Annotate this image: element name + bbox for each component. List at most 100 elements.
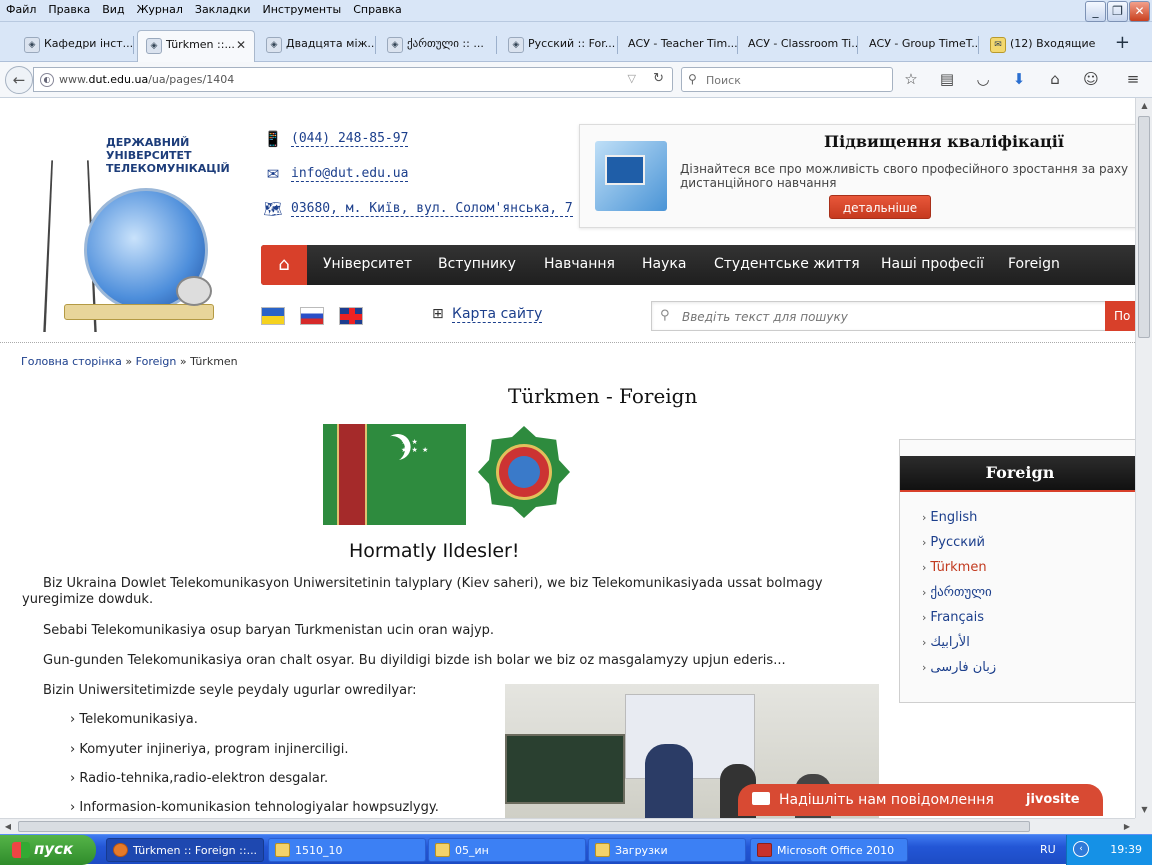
horizontal-scrollbar[interactable]: ◀ ▶: [0, 818, 1135, 834]
menu-bookmarks[interactable]: Закладки: [189, 0, 257, 19]
browser-menubar: Файл Правка Вид Журнал Закладки Инструменты Сп…: [0, 0, 1152, 22]
chat-widget[interactable]: Надішліть нам повідомлення jivosite: [738, 784, 1103, 816]
nav-applicant[interactable]: Вступнику: [438, 256, 516, 272]
promo-title: Підвищення кваліфікації: [824, 132, 1064, 151]
sidebar-item-russian[interactable]: › Русский: [922, 535, 985, 550]
scroll-down-icon[interactable]: ▼: [1137, 802, 1152, 818]
taskbar-item-office[interactable]: Microsoft Office 2010: [750, 838, 908, 862]
university-logo[interactable]: ДЕРЖАВНИЙ УНІВЕРСИТЕТ ТЕЛЕКОМУНІКАЦІЙ: [43, 126, 230, 332]
tab-kafedry[interactable]: ◈ Кафедри інст...: [16, 30, 134, 62]
menu-history[interactable]: Журнал: [131, 0, 189, 19]
tab-georgian[interactable]: ◈ ქართული :: ...: [379, 30, 497, 62]
reload-icon[interactable]: ↻: [653, 71, 664, 86]
maximize-button[interactable]: ❐: [1107, 1, 1128, 22]
menu-edit[interactable]: Правка: [42, 0, 96, 19]
sidebar-item-arabic[interactable]: › الأرابيك: [922, 635, 970, 650]
pocket-icon[interactable]: ◡: [974, 70, 992, 88]
tab-dvadtsyata[interactable]: ◈ Двадцята між...: [258, 30, 376, 62]
nav-science[interactable]: Наука: [642, 256, 686, 272]
bookmarks-list-icon[interactable]: ▤: [938, 70, 956, 88]
minimize-button[interactable]: _: [1085, 1, 1106, 22]
breadcrumb-home[interactable]: Головна сторінка: [21, 355, 122, 368]
taskbar-item-folder-1510[interactable]: 1510_10: [268, 838, 426, 862]
tab-label: Двадцята між...: [286, 37, 376, 50]
language-indicator[interactable]: RU: [1040, 843, 1056, 856]
scroll-thumb[interactable]: [1138, 116, 1150, 338]
scroll-up-icon[interactable]: ▲: [1137, 98, 1152, 114]
book-graphic: [64, 304, 214, 320]
address-link[interactable]: 03680, м. Київ, вул. Солом'янська, 7: [291, 201, 573, 217]
close-window-button[interactable]: ✕: [1129, 1, 1150, 22]
tab-group-timetable[interactable]: АСУ - Group TimeT...: [861, 30, 979, 62]
taskbar-item-downloads[interactable]: Загрузки: [588, 838, 746, 862]
url-bar[interactable]: ◐ www.dut.edu.ua/ua/pages/1404 ▽ ↻: [33, 67, 673, 92]
tab-russian[interactable]: ◈ Русский :: For...: [500, 30, 618, 62]
logo-title: ДЕРЖАВНИЙ УНІВЕРСИТЕТ ТЕЛЕКОМУНІКАЦІЙ: [106, 136, 230, 175]
menu-tools[interactable]: Инструменты: [257, 0, 348, 19]
scroll-thumb[interactable]: [18, 821, 1030, 832]
map-icon: 🗺: [263, 200, 283, 218]
russian-flag-icon[interactable]: [300, 307, 324, 325]
breadcrumb: Головна сторінка » Foreign » Türkmen: [21, 355, 238, 368]
scroll-corner: [1135, 818, 1152, 834]
start-button[interactable]: пуск: [0, 835, 96, 865]
vertical-scrollbar[interactable]: ▲ ▼: [1135, 98, 1152, 818]
history-dropdown-icon[interactable]: ▽: [628, 72, 636, 85]
menu-help[interactable]: Справка: [347, 0, 407, 19]
nav-professions[interactable]: Наші професії: [881, 256, 984, 272]
site-search-button[interactable]: По: [1105, 301, 1135, 331]
home-icon[interactable]: ⌂: [1046, 70, 1064, 88]
smiley-icon[interactable]: ☺: [1082, 70, 1100, 88]
paragraph-2: Sebabi Telekomunikasiya osup baryan Turk…: [43, 623, 495, 638]
browser-search-input[interactable]: [706, 71, 886, 89]
chevron-right-icon: ›: [922, 636, 927, 649]
sidebar-item-english[interactable]: › English: [922, 510, 977, 525]
english-flag-icon[interactable]: [339, 307, 363, 325]
promo-banner: Підвищення кваліфікації Дізнайтеся все п…: [579, 124, 1135, 228]
breadcrumb-current: Türkmen: [190, 355, 238, 368]
language-flags: [261, 307, 363, 325]
nav-university[interactable]: Університет: [323, 256, 412, 272]
new-tab-icon[interactable]: +: [1115, 32, 1130, 53]
scroll-right-icon[interactable]: ▶: [1119, 819, 1135, 835]
chat-label: Надішліть нам повідомлення: [779, 792, 994, 808]
taskbar-item-folder-05[interactable]: 05_ин: [428, 838, 586, 862]
downloads-icon[interactable]: ⬇: [1010, 70, 1028, 88]
chevron-right-icon: ›: [922, 561, 927, 574]
sidebar-item-french[interactable]: › Français: [922, 610, 984, 625]
menu-view[interactable]: Вид: [96, 0, 130, 19]
ukrainian-flag-icon[interactable]: [261, 307, 285, 325]
sitemap-link[interactable]: Карта сайту: [452, 306, 543, 323]
tab-close-icon[interactable]: ✕: [236, 38, 246, 52]
clock[interactable]: 19:39: [1110, 843, 1142, 856]
sidebar-item-turkmen[interactable]: › Türkmen: [922, 560, 987, 575]
site-search-input[interactable]: [682, 308, 1102, 326]
breadcrumb-foreign[interactable]: Foreign: [136, 355, 177, 368]
tab-label: АСУ - Classroom Ti...: [748, 37, 858, 50]
details-button[interactable]: детальніше: [829, 195, 931, 219]
tab-label: АСУ - Group TimeT...: [869, 37, 979, 50]
hamburger-menu-icon[interactable]: ≡: [1124, 70, 1142, 88]
sidebar-item-georgian[interactable]: › ქართული: [922, 585, 992, 600]
home-icon[interactable]: ⌂: [261, 245, 307, 285]
taskbar-item-firefox[interactable]: Türkmen :: Foreign ::...: [106, 838, 264, 862]
nav-foreign[interactable]: Foreign: [1008, 256, 1060, 272]
tray-chevron-icon[interactable]: ‹: [1073, 841, 1089, 857]
bookmark-star-icon[interactable]: ☆: [902, 70, 920, 88]
tab-classroom-timetable[interactable]: АСУ - Classroom Ti...: [740, 30, 858, 62]
back-button[interactable]: ←: [5, 66, 33, 94]
menu-file[interactable]: Файл: [0, 0, 42, 19]
email-link[interactable]: info@dut.edu.ua: [291, 166, 409, 182]
tab-turkmen[interactable]: ◈ Türkmen ::... ✕: [137, 30, 255, 62]
browser-search-box[interactable]: ⚲: [681, 67, 893, 92]
sidebar-item-persian[interactable]: › زبان فارسی: [922, 660, 996, 675]
phone-link[interactable]: (044) 248-85-97: [291, 131, 409, 147]
nav-student-life[interactable]: Студентське життя: [714, 256, 860, 272]
tab-inbox[interactable]: ✉ (12) Входящие: [982, 30, 1100, 62]
main-navigation: ⌂ Університет Вступнику Навчання Наука С…: [261, 245, 1135, 285]
scroll-left-icon[interactable]: ◀: [0, 819, 16, 835]
tab-teacher-timetable[interactable]: АСУ - Teacher Tim...: [620, 30, 738, 62]
search-icon: ⚲: [660, 308, 670, 323]
sitemap: ⊞ Карта сайту: [432, 306, 543, 323]
nav-studies[interactable]: Навчання: [544, 256, 615, 272]
